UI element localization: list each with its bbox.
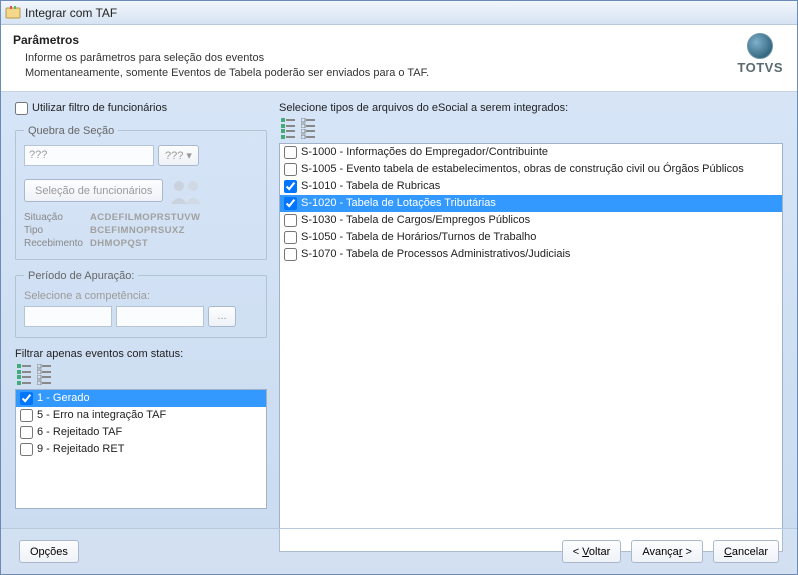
- app-icon: [5, 5, 21, 21]
- filetype-item-row[interactable]: S-1000 - Informações do Empregador/Contr…: [280, 144, 782, 161]
- brand-logo: TOTVS: [737, 33, 783, 75]
- status-item-checkbox[interactable]: [20, 409, 33, 422]
- header-subtext: Informe os parâmetros para seleção dos e…: [13, 51, 785, 81]
- page-title: Parâmetros: [13, 33, 785, 47]
- status-item-row[interactable]: 6 - Rejeitado TAF: [16, 424, 266, 441]
- tipo-value: BCEFIMNOPRSUXZ: [90, 225, 258, 236]
- filetype-item-checkbox[interactable]: [284, 214, 297, 227]
- period-from-input: [24, 306, 112, 327]
- deselect-all-icon-2[interactable]: [37, 375, 51, 385]
- filetype-item-checkbox[interactable]: [284, 248, 297, 261]
- status-item-checkbox[interactable]: [20, 392, 33, 405]
- file-types-list[interactable]: S-1000 - Informações do Empregador/Contr…: [279, 143, 783, 552]
- filetype-item-checkbox[interactable]: [284, 180, 297, 193]
- status-filter-list[interactable]: 1 - Gerado 5 - Erro na integração TAF 6 - …: [15, 389, 267, 509]
- filetype-item-row[interactable]: S-1030 - Tabela de Cargos/Empregos Públi…: [280, 212, 782, 229]
- select-employees-button: Seleção de funcionários: [24, 179, 163, 202]
- filetype-item-label: S-1010 - Tabela de Rubricas: [301, 180, 440, 192]
- status-item-row[interactable]: 5 - Erro na integração TAF: [16, 407, 266, 424]
- tipo-label: Tipo: [24, 225, 84, 236]
- filetype-item-checkbox[interactable]: [284, 163, 297, 176]
- status-item-checkbox[interactable]: [20, 426, 33, 439]
- deselect-all-icon-2[interactable]: [301, 129, 315, 139]
- filetype-item-checkbox[interactable]: [284, 231, 297, 244]
- footer: Opções < Voltar Avançar > Cancelar: [1, 528, 797, 574]
- deselect-all-icon[interactable]: [301, 118, 315, 128]
- select-all-icon[interactable]: [281, 118, 295, 128]
- header-line2: Momentaneamente, somente Eventos de Tabe…: [25, 66, 785, 81]
- filetype-item-label: S-1000 - Informações do Empregador/Contr…: [301, 146, 548, 158]
- header-line1: Informe os parâmetros para seleção dos e…: [25, 51, 785, 66]
- use-employee-filter[interactable]: Utilizar filtro de funcionários: [15, 102, 267, 115]
- filetype-item-row[interactable]: S-1010 - Tabela de Rubricas: [280, 178, 782, 195]
- period-hint: Selecione a competência:: [24, 290, 258, 302]
- period-picker-button: ...: [208, 306, 236, 327]
- filetype-item-label: S-1020 - Tabela de Lotações Tributárias: [301, 197, 496, 209]
- filetype-item-checkbox[interactable]: [284, 197, 297, 210]
- period-group: Período de Apuração: Selecione a competê…: [15, 270, 267, 338]
- filetype-item-label: S-1050 - Tabela de Horários/Turnos de Tr…: [301, 231, 536, 243]
- employee-filter-summary: Situação ACDEFILMOPRSTUVW Tipo BCEFIMNOP…: [24, 212, 258, 249]
- use-employee-filter-checkbox[interactable]: [15, 102, 28, 115]
- filetype-item-row[interactable]: S-1020 - Tabela de Lotações Tributárias: [280, 195, 782, 212]
- status-toolbar: [15, 362, 267, 389]
- logo-icon: [747, 33, 773, 59]
- status-item-label: 6 - Rejeitado TAF: [37, 426, 122, 438]
- status-item-row[interactable]: 1 - Gerado: [16, 390, 266, 407]
- status-item-label: 9 - Rejeitado RET: [37, 443, 124, 455]
- filetype-item-label: S-1005 - Evento tabela de estabeleciment…: [301, 163, 744, 175]
- filetype-item-row[interactable]: S-1050 - Tabela de Horários/Turnos de Tr…: [280, 229, 782, 246]
- options-button[interactable]: Opções: [19, 540, 79, 563]
- select-all-icon-2[interactable]: [281, 129, 295, 139]
- filetype-item-label: S-1030 - Tabela de Cargos/Empregos Públi…: [301, 214, 530, 226]
- titlebar: Integrar com TAF: [1, 1, 797, 25]
- filetype-item-label: S-1070 - Tabela de Processos Administrat…: [301, 248, 570, 260]
- next-button[interactable]: Avançar >: [631, 540, 703, 563]
- window-title: Integrar com TAF: [25, 6, 117, 20]
- select-all-icon-2[interactable]: [17, 375, 31, 385]
- recebimento-label: Recebimento: [24, 238, 84, 249]
- use-employee-filter-label: Utilizar filtro de funcionários: [32, 102, 167, 114]
- status-item-label: 5 - Erro na integração TAF: [37, 409, 166, 421]
- deselect-all-icon[interactable]: [37, 364, 51, 374]
- filetype-item-row[interactable]: S-1070 - Tabela de Processos Administrat…: [280, 246, 782, 263]
- status-item-checkbox[interactable]: [20, 443, 33, 456]
- section-break-group: Quebra de Seção ??? ▾ Seleção de funcion…: [15, 125, 267, 260]
- status-filter-label: Filtrar apenas eventos com status:: [15, 348, 267, 360]
- people-icon: [167, 176, 207, 206]
- body: Utilizar filtro de funcionários Quebra d…: [1, 92, 797, 552]
- status-item-row[interactable]: 9 - Rejeitado RET: [16, 441, 266, 458]
- situacao-value: ACDEFILMOPRSTUVW: [90, 212, 258, 223]
- select-all-icon[interactable]: [17, 364, 31, 374]
- status-item-label: 1 - Gerado: [37, 392, 90, 404]
- status-filter-section: Filtrar apenas eventos com status: 1 - G…: [15, 348, 267, 509]
- logo-text: TOTVS: [737, 60, 783, 75]
- file-types-label: Selecione tipos de arquivos do eSocial a…: [279, 102, 783, 114]
- situacao-label: Situação: [24, 212, 84, 223]
- window: Integrar com TAF Parâmetros Informe os p…: [0, 0, 798, 575]
- filetype-item-row[interactable]: S-1005 - Evento tabela de estabeleciment…: [280, 161, 782, 178]
- section-break-legend: Quebra de Seção: [24, 125, 118, 137]
- cancel-button[interactable]: Cancelar: [713, 540, 779, 563]
- filetypes-toolbar: [279, 116, 783, 143]
- header: Parâmetros Informe os parâmetros para se…: [1, 25, 797, 92]
- right-column: Selecione tipos de arquivos do eSocial a…: [279, 102, 783, 552]
- recebimento-value: DHMOPQST: [90, 238, 258, 249]
- left-column: Utilizar filtro de funcionários Quebra d…: [15, 102, 267, 552]
- period-to-input: [116, 306, 204, 327]
- section-break-input: [24, 145, 154, 166]
- back-button[interactable]: < Voltar: [562, 540, 622, 563]
- section-break-picker: ??? ▾: [158, 145, 199, 166]
- period-legend: Período de Apuração:: [24, 270, 138, 282]
- filetype-item-checkbox[interactable]: [284, 146, 297, 159]
